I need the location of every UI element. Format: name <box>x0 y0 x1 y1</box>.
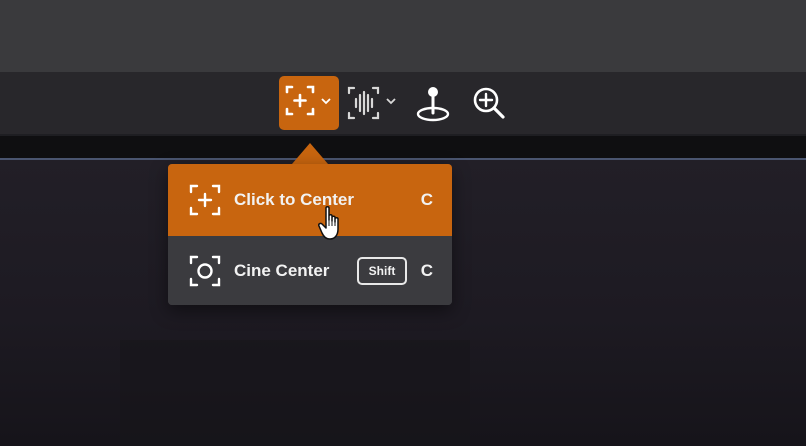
click-to-center-icon <box>189 184 221 216</box>
zoom-in-button[interactable] <box>468 80 510 126</box>
zoom-in-icon <box>473 87 505 119</box>
chevron-down-icon <box>321 98 331 105</box>
audio-mode-button[interactable] <box>344 80 402 126</box>
center-mode-dropdown: Click to Center C Cine Center Shift C <box>168 164 452 305</box>
center-mode-button[interactable] <box>279 76 339 130</box>
map-pin-icon <box>416 87 450 122</box>
toolbar <box>0 72 806 134</box>
menu-item-cine-center[interactable]: Cine Center Shift C <box>168 236 452 305</box>
top-bar <box>0 0 806 72</box>
menu-item-label: Cine Center <box>234 260 330 280</box>
center-target-icon <box>285 85 331 116</box>
shift-key-badge: Shift <box>357 256 407 285</box>
timeline-band <box>0 136 806 158</box>
chevron-down-icon <box>386 98 396 105</box>
menu-item-click-to-center[interactable]: Click to Center C <box>168 164 452 236</box>
canvas-shadow <box>120 340 470 446</box>
hand-cursor-icon <box>318 205 339 240</box>
audio-waveform-icon <box>347 86 396 120</box>
cine-center-icon <box>189 255 221 286</box>
shortcut-key: C <box>420 190 433 209</box>
map-pin-button[interactable] <box>412 80 454 126</box>
shortcut-key: C <box>420 260 433 280</box>
dropdown-pointer <box>292 143 328 164</box>
